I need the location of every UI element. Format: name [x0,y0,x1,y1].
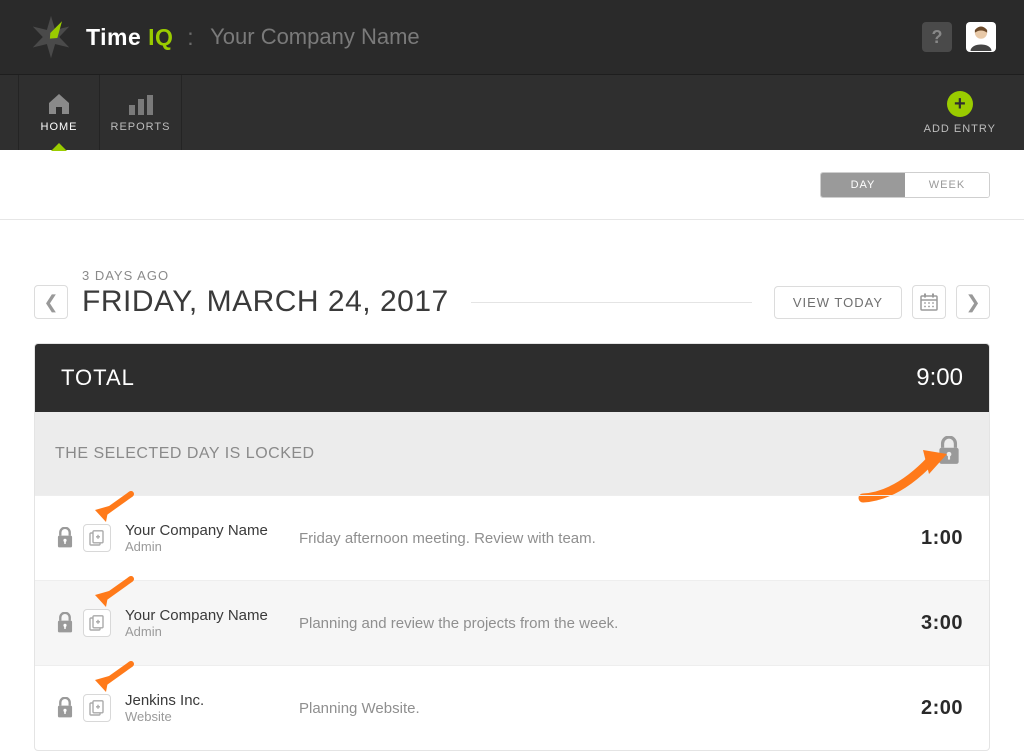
entry-time: 1:00 [921,527,963,550]
time-entry-row: Jenkins Inc. Website Planning Website. 2… [35,665,989,750]
relative-date: 3 DAYS AGO [82,268,449,283]
topbar: Time IQ : Your Company Name ? [0,0,1024,74]
arrow-annotation-icon [91,575,135,609]
copy-icon [89,700,105,716]
nav-home-label: HOME [41,121,78,133]
entry-time: 2:00 [921,697,963,720]
date-header: ❮ 3 DAYS AGO FRIDAY, MARCH 24, 2017 VIEW… [0,220,1024,343]
full-date: FRIDAY, MARCH 24, 2017 [82,285,449,319]
brand-block: Time IQ : Your Company Name [28,14,420,60]
total-header: TOTAL 9:00 [35,344,989,412]
time-entry-row: Your Company Name Admin Planning and rev… [35,580,989,665]
nav-home[interactable]: HOME [18,75,100,150]
nav-reports-label: REPORTS [111,121,171,133]
logo-icon [28,14,74,60]
question-icon: ? [932,27,943,48]
chevron-right-icon: ❯ [965,292,980,313]
arrow-annotation-icon [91,660,135,694]
time-entry-row: Your Company Name Admin Friday afternoon… [35,495,989,580]
next-day-button[interactable]: ❯ [956,285,990,319]
divider [471,302,752,303]
toggle-week[interactable]: WEEK [905,173,989,197]
company-name: Your Company Name [210,24,420,50]
logo-text: Time IQ : [86,24,194,51]
total-label: TOTAL [61,365,135,391]
calendar-button[interactable] [912,285,946,319]
chevron-left-icon: ❮ [43,292,58,313]
help-button[interactable]: ? [922,22,952,52]
copy-entry-button[interactable] [83,609,111,637]
lock-icon [55,527,77,549]
lock-icon [55,697,77,719]
total-value: 9:00 [916,364,963,392]
calendar-icon [920,293,938,311]
entry-company: Jenkins Inc. [125,692,285,709]
prev-day-button[interactable]: ❮ [34,285,68,319]
locked-message: THE SELECTED DAY IS LOCKED [55,445,315,463]
entry-description: Planning and review the projects from th… [299,615,907,632]
entry-description: Planning Website. [299,700,907,717]
entry-company: Your Company Name [125,607,285,624]
copy-entry-button[interactable] [83,694,111,722]
entry-company: Your Company Name [125,522,285,539]
view-today-button[interactable]: VIEW TODAY [774,286,902,319]
lock-icon [935,436,963,471]
add-entry-button[interactable]: + ADD ENTRY [924,75,996,150]
entry-role: Admin [125,624,285,639]
entry-description: Friday afternoon meeting. Review with te… [299,530,907,547]
toggle-day[interactable]: DAY [821,173,905,197]
copy-icon [89,530,105,546]
add-entry-label: ADD ENTRY [924,123,996,135]
plus-icon: + [947,91,973,117]
lock-icon [55,612,77,634]
locked-banner: THE SELECTED DAY IS LOCKED [35,412,989,495]
copy-entry-button[interactable] [83,524,111,552]
entry-time: 3:00 [921,612,963,635]
copy-icon [89,615,105,631]
bar-chart-icon [128,93,154,115]
nav-reports[interactable]: REPORTS [100,75,182,150]
home-icon [47,93,71,115]
user-avatar[interactable] [966,22,996,52]
entry-role: Website [125,709,285,724]
navbar: HOME REPORTS + ADD ENTRY [0,74,1024,150]
view-toggle-strip: DAY WEEK [0,150,1024,220]
day-week-toggle: DAY WEEK [820,172,990,198]
arrow-annotation-icon [91,490,135,524]
entries-card: TOTAL 9:00 THE SELECTED DAY IS LOCKED [34,343,990,751]
entry-role: Admin [125,539,285,554]
